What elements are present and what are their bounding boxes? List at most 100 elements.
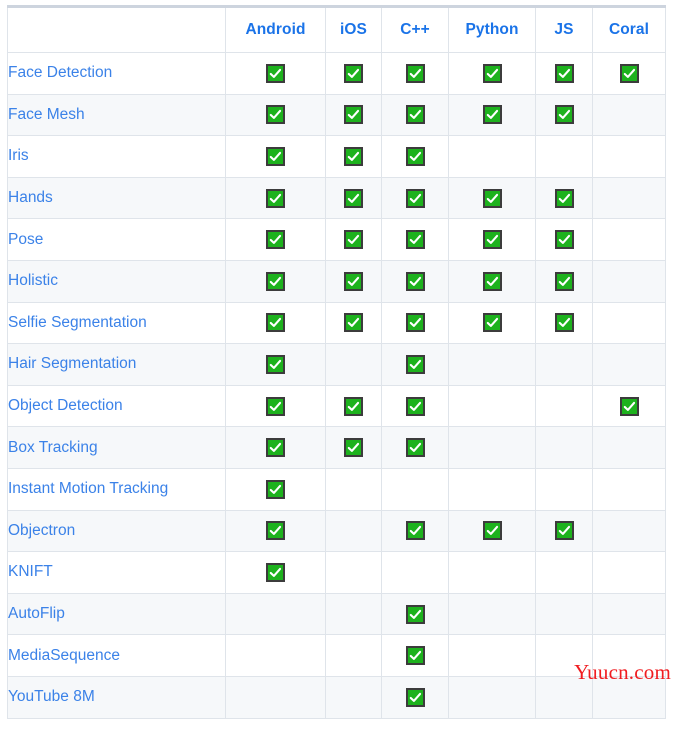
support-cell-js <box>535 675 593 719</box>
support-cell-android <box>225 176 326 220</box>
support-cell-js <box>535 551 593 594</box>
solution-name-cell[interactable]: Selfie Segmentation <box>7 301 226 345</box>
support-cell-coral <box>592 176 666 220</box>
header-row: Android iOS C++ Python JS Coral <box>7 6 666 53</box>
support-cell-ios <box>325 259 382 303</box>
green-check-icon <box>266 521 285 541</box>
empty-support-placeholder <box>483 560 502 579</box>
support-cell-android <box>225 135 326 178</box>
support-cell-cpp <box>381 675 449 719</box>
empty-support-placeholder <box>483 644 502 663</box>
solution-name-cell[interactable]: Box Tracking <box>7 426 226 469</box>
table-row: Face Mesh <box>7 93 666 137</box>
support-cell-cpp <box>381 218 449 261</box>
solution-name-cell[interactable]: YouTube 8M <box>7 675 226 719</box>
support-cell-android <box>225 592 326 636</box>
empty-support-placeholder <box>266 644 285 663</box>
empty-support-placeholder <box>483 477 502 496</box>
column-header-cpp: C++ <box>381 6 449 53</box>
solution-name-cell[interactable]: Iris <box>7 135 226 178</box>
green-check-icon <box>344 313 363 333</box>
solution-name-cell[interactable]: Face Detection <box>7 52 226 95</box>
support-cell-js <box>535 426 593 469</box>
solution-name-cell[interactable]: Hair Segmentation <box>7 343 226 386</box>
green-check-icon <box>344 230 363 250</box>
support-cell-android <box>225 467 326 511</box>
empty-support-placeholder <box>620 103 639 122</box>
solution-name-cell[interactable]: Object Detection <box>7 384 226 428</box>
support-cell-coral <box>592 135 666 178</box>
support-cell-js <box>535 343 593 386</box>
solution-name-cell[interactable]: Hands <box>7 176 226 220</box>
support-cell-js <box>535 467 593 511</box>
support-cell-python <box>448 343 536 386</box>
support-cell-coral <box>592 343 666 386</box>
empty-support-placeholder <box>344 685 363 704</box>
support-cell-python <box>448 592 536 636</box>
solution-name-cell[interactable]: AutoFlip <box>7 592 226 636</box>
empty-support-placeholder <box>620 560 639 579</box>
solution-name-cell[interactable]: MediaSequence <box>7 634 226 677</box>
support-cell-js <box>535 218 593 261</box>
empty-support-placeholder <box>555 394 574 413</box>
empty-support-placeholder <box>344 602 363 621</box>
green-check-icon <box>266 105 285 125</box>
support-cell-js <box>535 509 593 553</box>
green-check-icon <box>405 521 425 541</box>
green-check-icon <box>266 271 285 291</box>
green-check-icon <box>344 271 363 291</box>
support-cell-ios <box>325 93 382 137</box>
support-cell-android <box>225 509 326 553</box>
empty-support-placeholder <box>620 186 639 205</box>
support-cell-android <box>225 52 326 95</box>
green-check-icon <box>405 230 425 250</box>
empty-support-placeholder <box>555 560 574 579</box>
support-cell-ios <box>325 592 382 636</box>
solution-name-cell[interactable]: Instant Motion Tracking <box>7 467 226 511</box>
green-check-icon <box>405 105 425 125</box>
table-row: Objectron <box>7 509 666 553</box>
table-row: Iris <box>7 135 666 178</box>
green-check-icon <box>554 313 574 333</box>
support-cell-python <box>448 675 536 719</box>
green-check-icon <box>405 646 425 666</box>
support-cell-coral <box>592 259 666 303</box>
green-check-icon <box>482 63 502 83</box>
table-row: Hands <box>7 176 666 220</box>
solution-name-cell[interactable]: Objectron <box>7 509 226 553</box>
green-check-icon <box>266 479 285 499</box>
support-cell-android <box>225 218 326 261</box>
empty-support-placeholder <box>555 477 574 496</box>
green-check-icon <box>482 521 502 541</box>
support-cell-cpp <box>381 52 449 95</box>
support-cell-coral <box>592 509 666 553</box>
solution-name-cell[interactable]: Face Mesh <box>7 93 226 137</box>
solution-name-cell[interactable]: Holistic <box>7 259 226 303</box>
support-cell-ios <box>325 301 382 345</box>
green-check-icon <box>554 230 574 250</box>
green-check-icon <box>344 438 363 458</box>
green-check-icon <box>482 271 502 291</box>
green-check-icon <box>405 146 425 166</box>
support-cell-ios <box>325 675 382 719</box>
green-check-icon <box>344 188 363 208</box>
green-check-icon <box>405 396 425 416</box>
support-cell-python <box>448 426 536 469</box>
support-cell-coral <box>592 592 666 636</box>
empty-support-placeholder <box>406 477 425 496</box>
empty-support-placeholder <box>620 228 639 247</box>
table-row: Selfie Segmentation <box>7 301 666 345</box>
support-cell-ios <box>325 551 382 594</box>
support-cell-python <box>448 467 536 511</box>
green-check-icon <box>266 396 285 416</box>
green-check-icon <box>482 313 502 333</box>
column-header-js: JS <box>535 6 593 53</box>
empty-support-placeholder <box>620 644 639 663</box>
solution-name-cell[interactable]: KNIFT <box>7 551 226 594</box>
table-row: Hair Segmentation <box>7 343 666 386</box>
support-cell-python <box>448 135 536 178</box>
green-check-icon <box>405 63 425 83</box>
solution-name-cell[interactable]: Pose <box>7 218 226 261</box>
support-cell-js <box>535 301 593 345</box>
table-row: YouTube 8M <box>7 675 666 719</box>
